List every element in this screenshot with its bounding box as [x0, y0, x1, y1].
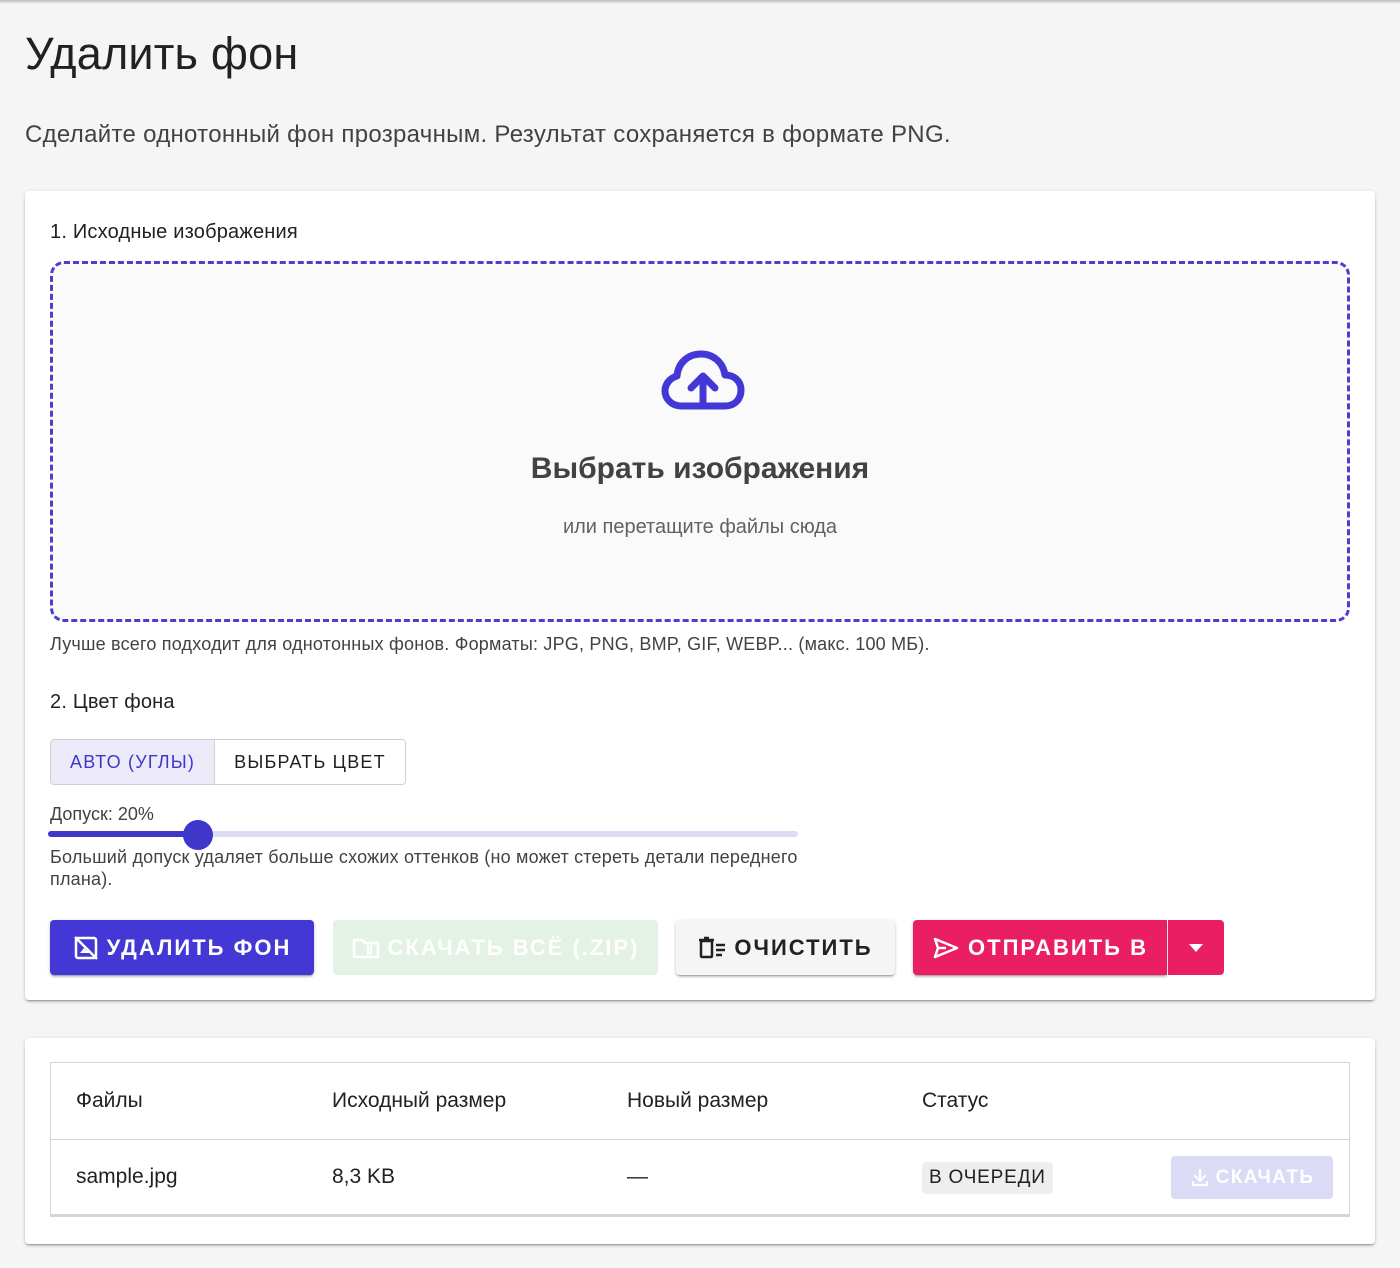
download-icon [1191, 1168, 1208, 1186]
send-to-dropdown-button[interactable] [1168, 920, 1224, 975]
dropzone-title: Выбрать изображения [530, 452, 870, 485]
header-status: Статус [922, 1089, 989, 1112]
download-zip-label: Скачать всё (.zip) [387, 934, 640, 960]
download-file-button[interactable]: Скачать [1171, 1156, 1333, 1199]
page-title: Удалить фон [25, 28, 299, 79]
file-name: sample.jpg [76, 1165, 178, 1188]
background-mode-toggle: Авто (углы) Выбрать цвет [50, 739, 406, 785]
source-section-title: 1. Исходные изображения [50, 221, 298, 243]
header-new-size: Новый размер [627, 1089, 769, 1112]
new-size: — [627, 1165, 648, 1188]
send-icon [933, 937, 959, 958]
header-original-size: Исходный размер [332, 1089, 507, 1112]
download-zip-button[interactable]: Скачать всё (.zip) [333, 920, 658, 975]
page-subtitle: Сделайте однотонный фон прозрачным. Резу… [25, 121, 951, 148]
settings-card: 1. Исходные изображения Выбрать изображе… [25, 191, 1375, 1000]
caret-down-icon [1189, 943, 1203, 952]
background-section-title: 2. Цвет фона [50, 691, 175, 713]
hide-image-icon [73, 935, 98, 960]
dropzone-subtitle: или перетащите файлы сюда [562, 516, 838, 538]
clear-list-icon [699, 936, 726, 958]
download-file-label: Скачать [1215, 1166, 1315, 1188]
clear-label: Очистить [734, 934, 873, 960]
header-files: Файлы [76, 1089, 143, 1112]
table-row: sample.jpg 8,3 KB — В очереди Скачать [51, 1140, 1349, 1216]
mode-pick-color-button[interactable]: Выбрать цвет [214, 740, 405, 784]
original-size: 8,3 KB [332, 1165, 396, 1188]
formats-hint: Лучше всего подходит для однотонных фоно… [50, 634, 930, 654]
mode-auto-button[interactable]: Авто (углы) [51, 740, 215, 784]
top-shadow [0, 0, 1400, 4]
files-table: Файлы Исходный размер Новый размер Стату… [50, 1062, 1350, 1217]
remove-background-button[interactable]: Удалить фон [50, 920, 314, 975]
send-to-label: Отправить в [968, 934, 1148, 960]
table-header-row: Файлы Исходный размер Новый размер Стату… [51, 1063, 1349, 1140]
tolerance-note: Больший допуск удаляет больше схожих отт… [50, 847, 798, 889]
cloud-upload-icon [661, 350, 745, 410]
files-card: Файлы Исходный размер Новый размер Стату… [25, 1038, 1375, 1244]
send-to-button[interactable]: Отправить в [913, 920, 1167, 975]
folder-zip-icon [352, 938, 379, 958]
remove-background-label: Удалить фон [106, 934, 292, 960]
clear-button[interactable]: Очистить [676, 920, 895, 975]
file-dropzone[interactable]: Выбрать изображения или перетащите файлы… [50, 261, 1350, 622]
slider-fill [48, 831, 198, 837]
status-badge: В очереди [922, 1162, 1053, 1194]
